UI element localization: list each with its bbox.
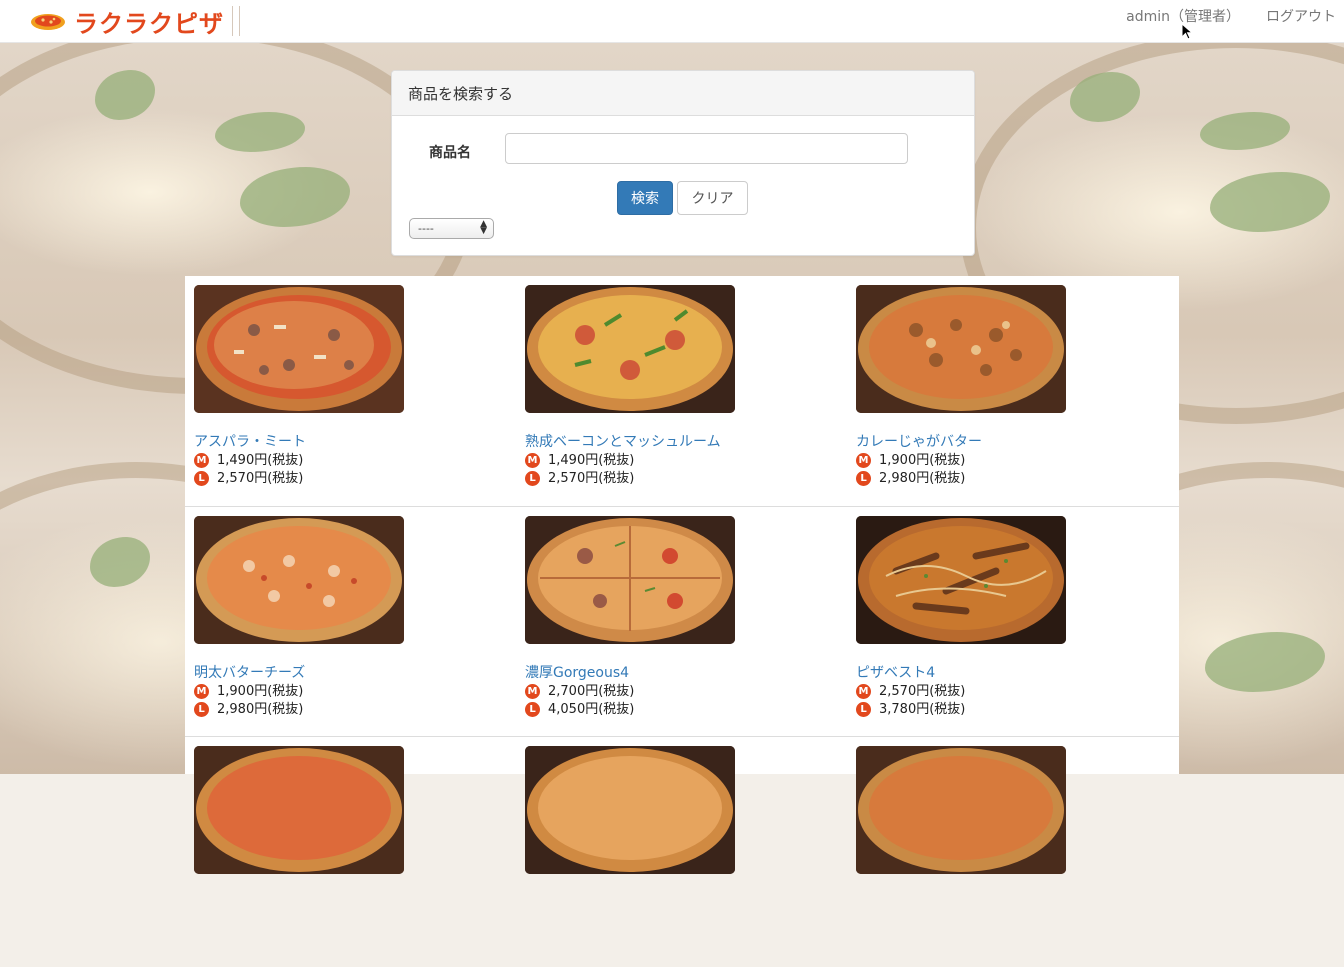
price-m: M 2,570円(税抜): [856, 682, 1156, 700]
product-card: 濃厚Gorgeous4 M 2,700円(税抜) L 4,050円(税抜): [525, 516, 825, 718]
pizza-image[interactable]: [856, 285, 1066, 413]
product-name-label: 商品名: [429, 145, 471, 161]
product-card: ピザベスト4 M 2,570円(税抜) L 3,780円(税抜): [856, 516, 1156, 718]
price-m-value: 1,900円(税抜): [217, 683, 304, 699]
pizza-image[interactable]: [856, 746, 1066, 874]
logout-link[interactable]: ログアウト: [1266, 6, 1336, 26]
search-button[interactable]: 検索: [617, 181, 673, 215]
size-l-icon: L: [194, 701, 209, 717]
price-l-value: 2,980円(税抜): [217, 701, 304, 717]
search-panel: 商品を検索する 商品名 検索 クリア ---- ▲ ▼: [391, 70, 975, 256]
search-panel-title: 商品を検索する: [392, 71, 974, 116]
pizza-photo-icon: [194, 285, 404, 413]
product-card: [856, 746, 1156, 874]
select-arrows-icon: ▲ ▼: [480, 219, 487, 236]
product-card: [525, 746, 825, 874]
price-m: M 1,900円(税抜): [856, 451, 1156, 469]
brand-logo[interactable]: ラクラクピザ: [30, 5, 240, 38]
pizza-photo-icon: [194, 746, 404, 874]
price-l: L 2,570円(税抜): [194, 469, 494, 487]
price-l: L 2,980円(税抜): [856, 469, 1156, 487]
pizza-photo-icon: [856, 516, 1066, 644]
sort-select[interactable]: ---- ▲ ▼: [409, 218, 494, 239]
price-l-value: 3,780円(税抜): [879, 701, 966, 717]
size-m-icon: M: [525, 452, 540, 468]
nav-right: admin（管理者） ログアウト: [1100, 0, 1336, 32]
pizza-image[interactable]: [856, 516, 1066, 644]
product-name-link[interactable]: 明太バターチーズ: [194, 664, 494, 682]
pizza-logo-icon: [31, 14, 65, 30]
brand-divider: [232, 6, 240, 36]
sort-select-value: ----: [418, 222, 434, 235]
price-m-value: 1,490円(税抜): [548, 452, 635, 468]
pizza-image[interactable]: [194, 516, 404, 644]
price-m: M 2,700円(税抜): [525, 682, 825, 700]
price-l-value: 2,570円(税抜): [548, 470, 635, 486]
pizza-photo-icon: [525, 516, 735, 644]
product-name-link[interactable]: ピザベスト4: [856, 664, 1156, 682]
price-l: L 2,980円(税抜): [194, 700, 494, 718]
pizza-image[interactable]: [525, 285, 735, 413]
pizza-photo-icon: [856, 746, 1066, 874]
product-grid: アスパラ・ミート M 1,490円(税抜) L 2,570円(税抜) 熟成ベーコンと…: [185, 276, 1179, 874]
size-l-icon: L: [856, 470, 871, 486]
product-name-link[interactable]: 濃厚Gorgeous4: [525, 664, 825, 682]
size-m-icon: M: [194, 452, 209, 468]
pizza-photo-icon: [525, 285, 735, 413]
navbar: ラクラクピザ admin（管理者） ログアウト: [0, 0, 1344, 43]
price-m-value: 1,900円(税抜): [879, 452, 966, 468]
price-l: L 2,570円(税抜): [525, 469, 825, 487]
product-row: 明太バターチーズ M 1,900円(税抜) L 2,980円(税抜) 濃厚Gorge…: [185, 506, 1179, 737]
price-m-value: 2,700円(税抜): [548, 683, 635, 699]
size-l-icon: L: [194, 470, 209, 486]
pizza-image[interactable]: [525, 516, 735, 644]
brand-name: ラクラクピザ: [74, 9, 224, 38]
product-row: アスパラ・ミート M 1,490円(税抜) L 2,570円(税抜) 熟成ベーコンと…: [185, 276, 1179, 506]
product-name-link[interactable]: 熟成ベーコンとマッシュルーム: [525, 433, 825, 451]
price-l-value: 4,050円(税抜): [548, 701, 635, 717]
price-l: L 3,780円(税抜): [856, 700, 1156, 718]
product-card: [194, 746, 494, 874]
price-m: M 1,490円(税抜): [525, 451, 825, 469]
pizza-image[interactable]: [525, 746, 735, 874]
size-m-icon: M: [525, 683, 540, 699]
pizza-image[interactable]: [194, 285, 404, 413]
price-m: M 1,490円(税抜): [194, 451, 494, 469]
product-row: [185, 736, 1179, 967]
pizza-photo-icon: [525, 746, 735, 874]
product-card: カレーじゃがバター M 1,900円(税抜) L 2,980円(税抜): [856, 285, 1156, 487]
pizza-photo-icon: [194, 516, 404, 644]
price-m: M 1,900円(税抜): [194, 682, 494, 700]
clear-button[interactable]: クリア: [677, 181, 748, 215]
pizza-photo-icon: [856, 285, 1066, 413]
price-m-value: 1,490円(税抜): [217, 452, 304, 468]
product-name-input[interactable]: [505, 133, 908, 164]
product-name-link[interactable]: カレーじゃがバター: [856, 433, 1156, 451]
size-m-icon: M: [194, 683, 209, 699]
price-m-value: 2,570円(税抜): [879, 683, 966, 699]
pizza-image[interactable]: [194, 746, 404, 874]
price-l-value: 2,980円(税抜): [879, 470, 966, 486]
size-l-icon: L: [525, 701, 540, 717]
size-m-icon: M: [856, 683, 871, 699]
size-l-icon: L: [856, 701, 871, 717]
size-l-icon: L: [525, 470, 540, 486]
product-card: 明太バターチーズ M 1,900円(税抜) L 2,980円(税抜): [194, 516, 494, 718]
product-card: 熟成ベーコンとマッシュルーム M 1,490円(税抜) L 2,570円(税抜): [525, 285, 825, 487]
price-l-value: 2,570円(税抜): [217, 470, 304, 486]
product-name-link[interactable]: アスパラ・ミート: [194, 433, 494, 451]
product-card: アスパラ・ミート M 1,490円(税抜) L 2,570円(税抜): [194, 285, 494, 487]
price-l: L 4,050円(税抜): [525, 700, 825, 718]
size-m-icon: M: [856, 452, 871, 468]
mouse-cursor-icon: [1181, 23, 1194, 40]
